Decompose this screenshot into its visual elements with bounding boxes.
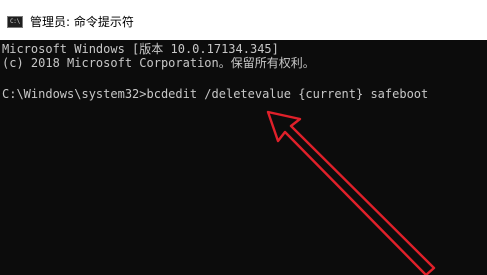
console-output[interactable]: Microsoft Windows [版本 10.0.17134.345] (c… [0,40,487,275]
command-prompt-window: C:\ 管理员: 命令提示符 Microsoft Windows [版本 10.… [0,0,487,275]
console-line-copyright: (c) 2018 Microsoft Corporation。保留所有权利。 [2,56,315,70]
console-line-version: Microsoft Windows [版本 10.0.17134.345] [2,42,279,56]
cmd-icon-glyph: C:\ [10,18,20,25]
window-title: 管理员: 命令提示符 [30,15,134,29]
title-bar[interactable]: C:\ 管理员: 命令提示符 [0,0,487,40]
console-line-command: C:\Windows\system32>bcdedit /deletevalue… [2,87,429,101]
cmd-icon: C:\ [7,16,23,28]
